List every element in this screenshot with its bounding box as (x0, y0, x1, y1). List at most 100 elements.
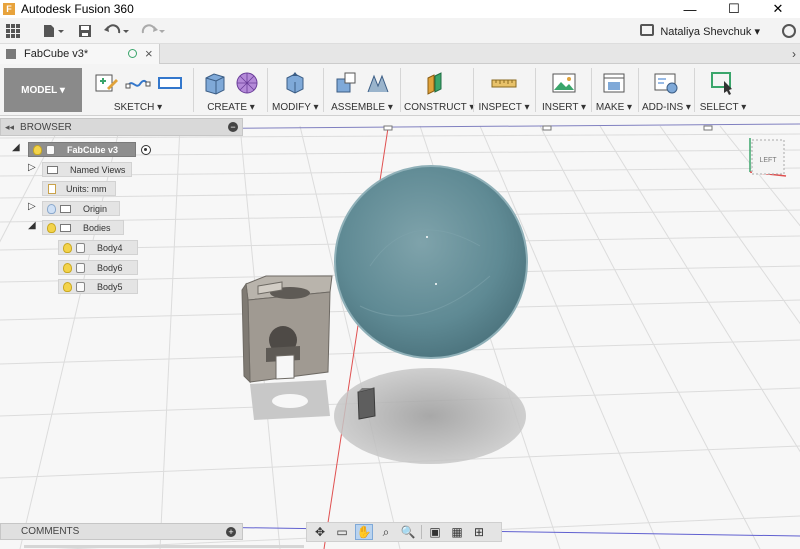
insert-group[interactable]: INSERT ▾ (540, 68, 588, 114)
tree-item-label: Units: mm (66, 183, 107, 194)
tab-scroll-right-icon[interactable]: › (792, 47, 796, 61)
assemble-group[interactable]: ASSEMBLE ▾ (328, 68, 396, 114)
visibility-bulb-icon[interactable] (47, 222, 56, 233)
grid-settings-icon[interactable]: ▦ (448, 524, 466, 540)
save-icon[interactable] (72, 18, 98, 44)
modify-menu[interactable]: MODIFY ▾ (272, 102, 319, 113)
document-tab-bar: FabCube v3* × › (0, 44, 800, 64)
visibility-bulb-icon[interactable] (47, 203, 56, 214)
create-sketch-icon[interactable] (93, 70, 119, 96)
create-group[interactable]: CREATE ▾ (198, 68, 264, 114)
form-sculpt-icon[interactable] (234, 70, 260, 96)
visibility-bulb-icon[interactable] (63, 281, 72, 292)
navigation-bar: ✥ ▭ ✋ ⌕ 🔍 ▣ ▦ ⊞ (306, 522, 502, 542)
pan-hand-icon[interactable]: ✋ (355, 524, 373, 540)
tree-item-named-views[interactable]: Named Views (42, 162, 132, 177)
tree-item-body5[interactable]: Body5 (58, 279, 138, 294)
file-menu-icon[interactable] (36, 18, 72, 44)
visibility-bulb-icon[interactable] (63, 262, 72, 273)
make-group[interactable]: MAKE ▾ (594, 68, 634, 114)
select-cursor-icon[interactable] (710, 70, 736, 96)
toolbar-separator (473, 68, 474, 112)
data-panel-grid-icon[interactable] (0, 18, 26, 44)
document-tab[interactable]: FabCube v3* × (0, 44, 160, 64)
help-icon[interactable] (782, 24, 796, 38)
visibility-bulb-icon[interactable] (33, 144, 42, 155)
inspect-group[interactable]: INSPECT ▾ (478, 68, 530, 114)
collapse-browser-icon[interactable]: ◂◂ (5, 122, 14, 133)
look-at-icon[interactable]: ▭ (333, 524, 351, 540)
press-pull-icon[interactable] (282, 70, 308, 96)
small-box-body[interactable] (357, 387, 376, 420)
make-menu[interactable]: MAKE ▾ (594, 102, 634, 113)
undo-icon[interactable] (98, 18, 134, 44)
workspace-switcher[interactable]: MODEL ▾ (4, 68, 82, 112)
sketch-menu[interactable]: SKETCH ▾ (88, 102, 188, 113)
tree-item-bodies[interactable]: Bodies (42, 220, 124, 235)
3d-print-icon[interactable] (601, 70, 627, 96)
viewports-icon[interactable]: ⊞ (470, 524, 488, 540)
3d-viewport[interactable] (0, 116, 800, 549)
toolbar-separator (638, 68, 639, 112)
tree-item-origin[interactable]: Origin (42, 201, 120, 216)
comments-panel[interactable]: COMMENTS + (0, 523, 243, 540)
expand-origin-icon[interactable]: ▷ (28, 201, 36, 212)
quick-access-bar: Nataliya Shevchuk ▾ (0, 18, 800, 44)
display-settings-icon[interactable]: ▣ (426, 524, 444, 540)
tree-item-label: Named Views (70, 164, 126, 175)
joint-icon[interactable] (365, 70, 391, 96)
minimize-button[interactable]: — (668, 0, 712, 18)
fit-zoom-icon[interactable]: 🔍 (399, 524, 417, 540)
extrude-box-icon[interactable] (202, 70, 228, 96)
modify-group[interactable]: MODIFY ▾ (272, 68, 319, 114)
offset-plane-icon[interactable] (423, 70, 449, 96)
create-menu[interactable]: CREATE ▾ (198, 102, 264, 113)
sketch-group[interactable]: SKETCH ▾ (88, 68, 188, 114)
new-component-icon[interactable] (333, 70, 359, 96)
document-icon (46, 144, 55, 155)
tree-item-units[interactable]: Units: mm (42, 181, 116, 196)
select-menu[interactable]: SELECT ▾ (698, 102, 748, 113)
measure-icon[interactable] (491, 70, 517, 96)
inspect-menu[interactable]: INSPECT ▾ (478, 102, 530, 113)
toolbar-separator (323, 68, 324, 112)
viewcube-face-label[interactable]: LEFT (759, 157, 777, 164)
expand-named-views-icon[interactable]: ▷ (28, 162, 36, 173)
expand-bodies-icon[interactable]: ◢ (28, 220, 36, 231)
construct-menu[interactable]: CONSTRUCT ▾ (404, 102, 474, 113)
addins-menu[interactable]: ADD-INS ▾ (642, 102, 691, 113)
viewcube[interactable]: LEFT (748, 136, 788, 177)
maximize-button[interactable]: ☐ (712, 0, 756, 18)
addins-group[interactable]: ADD-INS ▾ (642, 68, 691, 114)
tree-item-body6[interactable]: Body6 (58, 260, 138, 275)
close-button[interactable]: ✕ (756, 0, 800, 18)
tree-item-label: Body6 (97, 262, 123, 273)
scripts-addins-icon[interactable] (653, 70, 679, 96)
construct-group[interactable]: CONSTRUCT ▾ (404, 68, 474, 114)
job-status-icon[interactable] (640, 24, 654, 36)
insert-image-icon[interactable] (551, 70, 577, 96)
activate-radio-icon[interactable] (141, 145, 151, 155)
tree-item-body4[interactable]: Body4 (58, 240, 138, 255)
redo-icon[interactable] (134, 18, 170, 44)
select-group[interactable]: SELECT ▾ (698, 68, 748, 114)
fabcube-body[interactable] (241, 275, 333, 384)
visibility-bulb-icon[interactable] (63, 242, 72, 253)
insert-menu[interactable]: INSERT ▾ (540, 102, 588, 113)
browser-panel-header[interactable]: ◂◂ BROWSER − (0, 118, 243, 136)
expand-root-icon[interactable]: ◢ (12, 142, 20, 153)
line-tool-icon[interactable] (125, 70, 151, 96)
add-comment-icon[interactable]: + (226, 527, 236, 537)
user-account-menu[interactable]: Nataliya Shevchuk ▾ (660, 18, 760, 44)
rectangle-tool-icon[interactable] (157, 70, 183, 96)
assemble-menu[interactable]: ASSEMBLE ▾ (328, 102, 396, 113)
toolbar-separator (694, 68, 695, 112)
close-tab-icon[interactable]: × (145, 46, 153, 61)
folder-icon (60, 223, 71, 232)
minimize-browser-icon[interactable]: − (228, 122, 238, 132)
sphere-body[interactable] (334, 165, 528, 359)
zoom-icon[interactable]: ⌕ (377, 524, 395, 540)
orbit-icon[interactable]: ✥ (311, 524, 329, 540)
browser-root-node[interactable]: FabCube v3 (28, 142, 151, 157)
timeline-scrollbar[interactable] (24, 545, 304, 548)
